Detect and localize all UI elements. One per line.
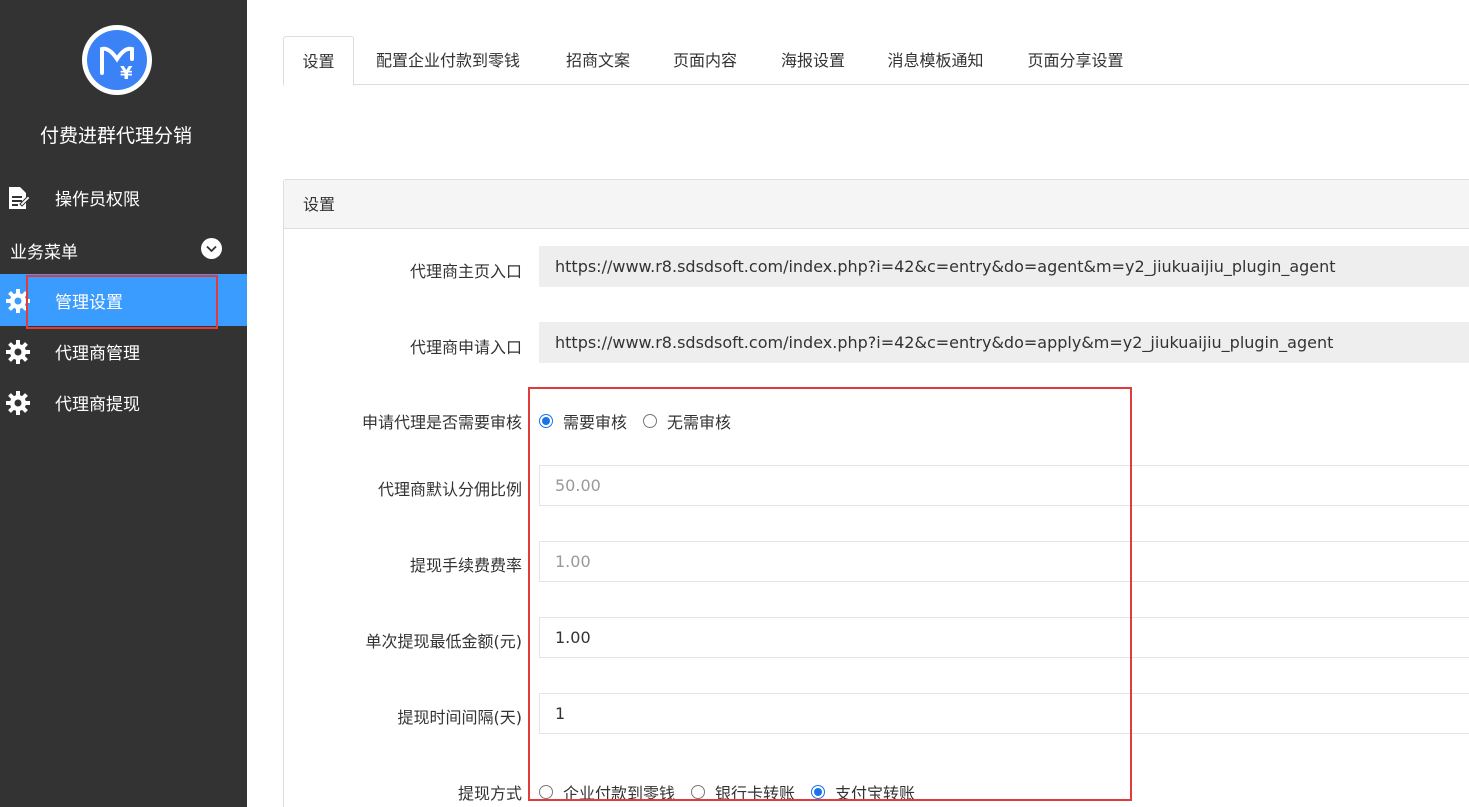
sidebar-item-label: 代理商提现 xyxy=(55,394,140,415)
review-required-radio-group: 需要审核 无需审核 xyxy=(539,409,747,433)
sidebar-item-label: 代理商管理 xyxy=(55,343,140,364)
min-amount-input[interactable] xyxy=(539,617,1469,658)
review-required-label: 申请代理是否需要审核 xyxy=(361,413,522,432)
radio-label: 需要审核 xyxy=(563,413,628,432)
radio-label: 银行卡转账 xyxy=(715,784,796,803)
radio-label: 支付宝转账 xyxy=(835,784,916,803)
sidebar-item-agent-management[interactable]: 代理商管理 xyxy=(0,325,247,377)
svg-text:¥: ¥ xyxy=(120,63,133,84)
document-icon xyxy=(5,185,31,211)
agent-apply-entry-field[interactable] xyxy=(539,322,1469,363)
radio-unchecked-icon[interactable] xyxy=(539,785,553,799)
fee-rate-input[interactable] xyxy=(539,541,1469,582)
sidebar-item-management-settings[interactable]: 管理设置 xyxy=(0,274,247,326)
fee-rate-label: 提现手续费费率 xyxy=(409,556,522,575)
tab-page-share[interactable]: 页面分享设置 xyxy=(1013,36,1138,85)
default-commission-label: 代理商默认分佣比例 xyxy=(377,480,522,499)
min-amount-label: 单次提现最低金额(元) xyxy=(365,632,523,651)
radio-unchecked-icon[interactable] xyxy=(643,414,658,428)
sidebar-item-agent-withdrawal[interactable]: 代理商提现 xyxy=(0,376,247,428)
radio-label: 企业付款到零钱 xyxy=(563,784,676,803)
tab-recruit-copy[interactable]: 招商文案 xyxy=(548,36,648,85)
radio-no-review[interactable]: 无需审核 xyxy=(643,409,731,433)
tab-page-content[interactable]: 页面内容 xyxy=(655,36,755,85)
tab-poster-settings[interactable]: 海报设置 xyxy=(763,36,863,85)
agent-home-entry-field[interactable] xyxy=(539,246,1469,287)
radio-unchecked-icon[interactable] xyxy=(691,785,706,799)
radio-bank-transfer[interactable]: 银行卡转账 xyxy=(691,780,795,804)
radio-alipay-transfer[interactable]: 支付宝转账 xyxy=(811,780,915,804)
radio-checked-icon[interactable] xyxy=(811,785,826,799)
gear-icon xyxy=(5,288,31,314)
withdraw-method-label: 提现方式 xyxy=(457,784,522,803)
tab-bar: 设置 配置企业付款到零钱 招商文案 页面内容 海报设置 消息模板通知 页面分享设… xyxy=(283,36,1469,86)
gear-icon xyxy=(5,339,31,365)
panel-title: 设置 xyxy=(284,180,1469,229)
interval-label: 提现时间间隔(天) xyxy=(397,708,523,727)
app-logo: ¥ xyxy=(82,25,152,95)
sidebar: ¥ 付费进群代理分销 操作员权限 业务菜单 管理设置 代理商管理 代理商提现 xyxy=(0,0,247,807)
sidebar-item-operator-permissions[interactable]: 操作员权限 xyxy=(0,171,247,223)
default-commission-input[interactable] xyxy=(539,465,1469,506)
radio-enterprise-payment[interactable]: 企业付款到零钱 xyxy=(539,780,675,804)
radio-review-required[interactable]: 需要审核 xyxy=(539,409,627,433)
tab-settings[interactable]: 设置 xyxy=(283,36,354,86)
app-title: 付费进群代理分销 xyxy=(39,125,192,147)
agent-home-entry-label: 代理商主页入口 xyxy=(409,262,522,281)
radio-label: 无需审核 xyxy=(667,413,732,432)
chevron-down-icon[interactable] xyxy=(201,238,222,259)
gear-icon xyxy=(5,390,31,416)
agent-apply-entry-label: 代理商申请入口 xyxy=(409,338,522,357)
radio-checked-icon[interactable] xyxy=(539,414,553,428)
sidebar-item-label: 管理设置 xyxy=(55,292,123,313)
tab-message-template[interactable]: 消息模板通知 xyxy=(873,36,998,85)
tab-enterprise-payment[interactable]: 配置企业付款到零钱 xyxy=(363,36,533,85)
sidebar-item-label: 操作员权限 xyxy=(55,189,140,210)
withdraw-method-radio-group: 企业付款到零钱 银行卡转账 支付宝转账 xyxy=(539,780,931,804)
interval-input[interactable] xyxy=(539,693,1469,734)
